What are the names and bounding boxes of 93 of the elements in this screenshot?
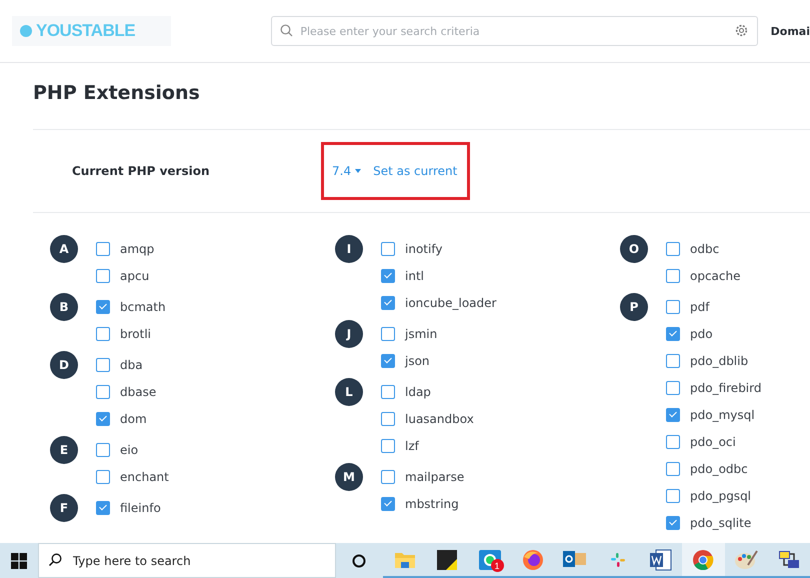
- extension-name: pdo_sqlite: [690, 516, 752, 530]
- extension-name: mailparse: [405, 470, 464, 484]
- letter-badge: M: [335, 463, 363, 491]
- extension-name: brotli: [120, 326, 152, 340]
- checkbox[interactable]: [666, 354, 680, 368]
- checkbox[interactable]: [666, 488, 680, 502]
- logo: YOUSTABLE: [12, 16, 172, 46]
- letter-badge: E: [50, 436, 78, 464]
- letter-badge: F: [50, 494, 78, 522]
- checkbox[interactable]: [666, 300, 680, 314]
- extension-name: intl: [405, 268, 424, 282]
- extension-name: amqp: [120, 242, 154, 256]
- extension-name: pdo_odbc: [690, 462, 748, 476]
- taskbar-search-field[interactable]: Type here to search: [38, 543, 336, 578]
- checkbox[interactable]: [381, 438, 395, 452]
- letter-badge: I: [335, 235, 363, 263]
- nav-item[interactable]: Domai: [770, 24, 810, 38]
- extension-name: dbase: [120, 384, 156, 398]
- document-icon: [650, 548, 672, 570]
- checkbox[interactable]: [381, 496, 395, 510]
- version-dropdown[interactable]: 7.4: [332, 164, 362, 178]
- checkbox[interactable]: [381, 470, 395, 484]
- extension-name: json: [405, 354, 430, 368]
- checkbox[interactable]: [666, 268, 680, 282]
- search-icon: [280, 24, 294, 37]
- search-field[interactable]: Please enter your search criteria: [271, 16, 758, 46]
- extension-name: fileinfo: [120, 500, 161, 514]
- page-title: PHP Extensions: [33, 63, 810, 130]
- set-current-link[interactable]: Set as current: [373, 164, 458, 178]
- extension-name: pdo_oci: [690, 434, 736, 448]
- checkbox[interactable]: [96, 412, 110, 426]
- checkbox[interactable]: [381, 326, 395, 340]
- checkbox[interactable]: [96, 384, 110, 398]
- checkbox[interactable]: [381, 296, 395, 310]
- checkbox[interactable]: [96, 242, 110, 256]
- letter-badge: A: [50, 235, 78, 263]
- extension-name: ioncube_loader: [405, 296, 496, 310]
- checkbox[interactable]: [96, 268, 110, 282]
- extension-name: mbstring: [405, 496, 459, 510]
- extension-name: jsmin: [405, 326, 438, 340]
- extension-name: pdo_dblib: [690, 354, 748, 368]
- letter-badge: L: [335, 378, 363, 406]
- checkbox[interactable]: [666, 408, 680, 422]
- checkbox[interactable]: [666, 462, 680, 476]
- extension-name: pdo_pgsql: [690, 488, 752, 502]
- checkbox[interactable]: [96, 300, 110, 314]
- letter-badge: D: [50, 351, 78, 379]
- checkbox[interactable]: [96, 500, 110, 514]
- extension-name: pdo_mysql: [690, 408, 755, 422]
- version-label: Current PHP version: [71, 164, 211, 178]
- checkbox[interactable]: [381, 242, 395, 256]
- note-icon: [437, 550, 458, 570]
- extension-name: apcu: [120, 268, 150, 282]
- checkbox[interactable]: [666, 434, 680, 448]
- extension-name: pdo_firebird: [690, 380, 762, 394]
- letter-badge: O: [620, 235, 648, 263]
- extension-name: odbc: [690, 242, 720, 256]
- palette-icon: [734, 548, 758, 570]
- globe-icon: [522, 548, 544, 570]
- search-icon: [48, 553, 62, 567]
- checkbox[interactable]: [96, 358, 110, 372]
- checkbox[interactable]: [96, 326, 110, 340]
- taskbar-app[interactable]: 1: [468, 543, 512, 578]
- extension-name: pdo: [690, 326, 713, 340]
- letter-badge: B: [50, 293, 78, 321]
- checkbox[interactable]: [666, 326, 680, 340]
- checkbox[interactable]: [381, 354, 395, 368]
- extension-name: luasandbox: [405, 412, 474, 426]
- checkbox[interactable]: [666, 516, 680, 530]
- checkbox[interactable]: [666, 242, 680, 256]
- network-icon: [776, 548, 801, 570]
- extension-name: inotify: [405, 242, 442, 256]
- checkbox[interactable]: [381, 268, 395, 282]
- extension-name: ldap: [405, 384, 431, 398]
- letter-badge: P: [620, 293, 648, 321]
- extension-name: dba: [120, 358, 143, 372]
- extension-name: enchant: [120, 470, 169, 484]
- extension-name: dom: [120, 412, 147, 426]
- checkbox[interactable]: [96, 442, 110, 456]
- windows-icon[interactable]: [10, 552, 27, 568]
- browser-icon: [692, 548, 714, 570]
- letter-badge: J: [335, 320, 363, 348]
- extension-name: pdf: [690, 300, 710, 314]
- checkbox[interactable]: [666, 380, 680, 394]
- extension-name: bcmath: [120, 300, 166, 314]
- circle-icon[interactable]: [352, 554, 366, 568]
- checkbox[interactable]: [381, 384, 395, 398]
- checkbox[interactable]: [381, 412, 395, 426]
- extension-name: lzf: [405, 438, 419, 452]
- settings-icon[interactable]: [734, 24, 748, 37]
- checkbox[interactable]: [96, 470, 110, 484]
- extension-name: eio: [120, 442, 138, 456]
- extension-name: opcache: [690, 268, 740, 282]
